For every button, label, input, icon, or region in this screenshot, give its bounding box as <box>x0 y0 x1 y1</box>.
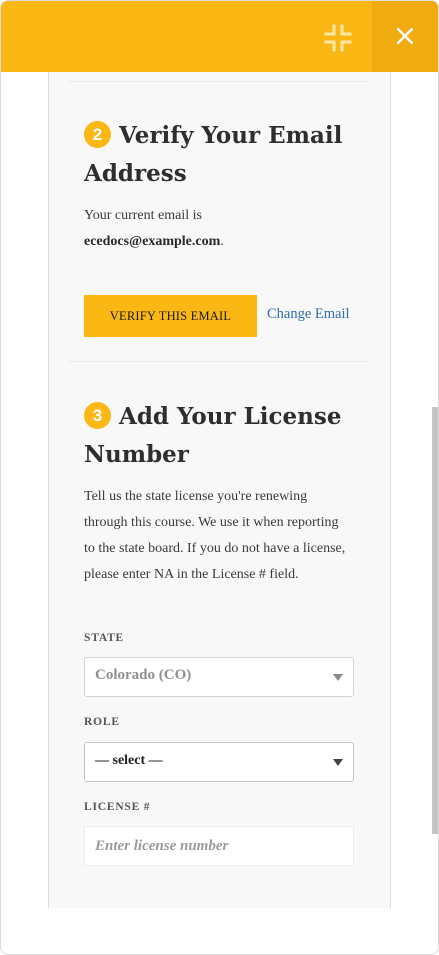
verify-email-heading: 2 Verify Your Email Address <box>84 117 354 193</box>
current-email-prefix: Your current email is <box>84 208 202 223</box>
section-divider <box>68 81 369 82</box>
change-email-link[interactable]: Change Email <box>267 306 350 323</box>
verify-email-title: Verify Your Email Address <box>84 122 343 187</box>
state-select[interactable]: Colorado (CO) <box>84 657 354 697</box>
close-icon <box>396 27 414 45</box>
shrink-button[interactable] <box>321 21 355 55</box>
step-number-badge: 2 <box>84 121 111 148</box>
chevron-down-icon <box>333 674 343 681</box>
close-button[interactable] <box>372 1 438 72</box>
verify-email-button[interactable]: VERIFY THIS EMAIL <box>84 295 257 337</box>
step-number-badge: 3 <box>84 402 111 429</box>
chevron-down-icon <box>333 759 343 766</box>
license-heading: 3 Add Your License Number <box>84 398 354 474</box>
license-description: Tell us the state license you're renewin… <box>84 489 346 582</box>
role-label: ROLE <box>84 716 120 728</box>
license-number-input[interactable] <box>84 826 354 866</box>
current-email-address: ecedocs@example.com <box>84 234 221 249</box>
shrink-icon <box>324 24 352 52</box>
dialog-window: 2 Verify Your Email Address Your current … <box>0 0 439 955</box>
state-selected-value: Colorado (CO) <box>95 667 192 683</box>
role-select[interactable]: — select — <box>84 742 354 782</box>
license-title: Add Your License Number <box>84 403 342 468</box>
dialog-header-bar <box>1 1 438 72</box>
section-divider <box>68 361 369 362</box>
scrollbar[interactable] <box>432 407 438 834</box>
license-number-label: LICENSE # <box>84 801 151 813</box>
role-selected-value: — select — <box>95 753 163 768</box>
current-email-suffix: . <box>220 234 224 249</box>
current-email-text: Your current email is ecedocs@example.co… <box>84 203 354 255</box>
state-label: STATE <box>84 632 125 644</box>
